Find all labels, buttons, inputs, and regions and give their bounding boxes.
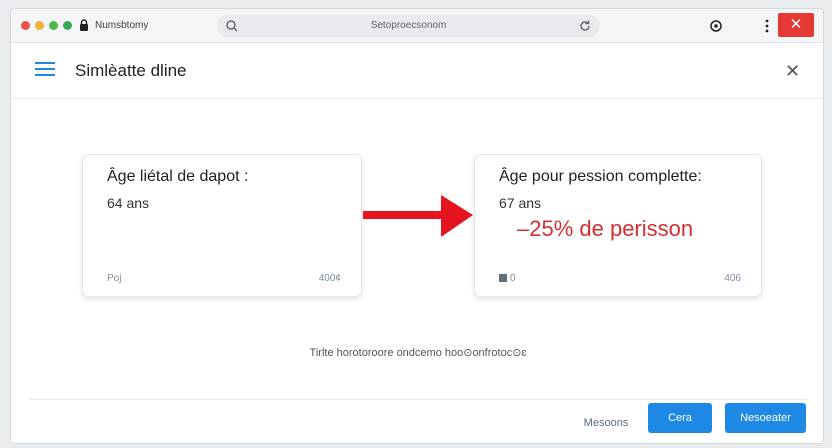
card-footer-left: 0 xyxy=(499,273,516,284)
card-footer-right: 406 xyxy=(724,273,741,284)
lock-icon xyxy=(80,19,88,31)
full-pension-card: Âge pour pession complette: 67 ans –25% … xyxy=(474,154,762,297)
window-close-dot[interactable] xyxy=(21,21,30,30)
card-footer-left: Poj xyxy=(107,273,122,284)
card-footer-left-text: 0 xyxy=(510,273,516,284)
menu-icon[interactable] xyxy=(35,61,55,77)
primary-button[interactable]: Cera xyxy=(648,403,712,433)
secondary-button[interactable]: Mesoons xyxy=(571,409,641,437)
more-menu-icon[interactable] xyxy=(759,18,775,34)
window-minimize-dot[interactable] xyxy=(35,21,44,30)
close-icon[interactable]: ✕ xyxy=(785,61,800,81)
divider xyxy=(29,399,807,400)
browser-toolbar: Numsbtomy Setoproecsonom ✕ xyxy=(11,9,823,43)
card-title: Âge pour pession complette: xyxy=(499,168,702,185)
square-icon xyxy=(499,274,507,282)
extensions-icon[interactable] xyxy=(708,18,724,34)
browser-close-button[interactable]: ✕ xyxy=(778,13,814,37)
pension-reduction: –25% de perisson xyxy=(517,216,694,241)
tab-title[interactable]: Numsbtomy xyxy=(95,20,148,31)
confirm-button[interactable]: Nesoeater xyxy=(725,403,806,433)
info-text: Tirlte horotoroore ondcemo hoo⊙onfrotoc⊙… xyxy=(309,347,527,359)
card-footer-right: 400¢ xyxy=(318,273,341,284)
window-extra-dot[interactable] xyxy=(63,21,72,30)
page-title: Simlèatte dline xyxy=(75,61,187,80)
address-bar[interactable]: Setoproecsonom xyxy=(217,15,600,37)
legal-age-card: Âge liétal de dapot : 64 ans Poj 400¢ xyxy=(82,154,362,297)
card-value: 67 ans xyxy=(499,195,542,211)
reload-icon[interactable] xyxy=(578,19,592,33)
window-maximize-dot[interactable] xyxy=(49,21,58,30)
card-value: 64 ans xyxy=(107,195,150,211)
arrow-right-icon xyxy=(363,195,473,237)
address-text[interactable]: Setoproecsonom xyxy=(217,20,600,31)
browser-window: Numsbtomy Setoproecsonom ✕ Simlèatte dli… xyxy=(10,8,824,444)
card-title: Âge liétal de dapot : xyxy=(107,168,249,185)
